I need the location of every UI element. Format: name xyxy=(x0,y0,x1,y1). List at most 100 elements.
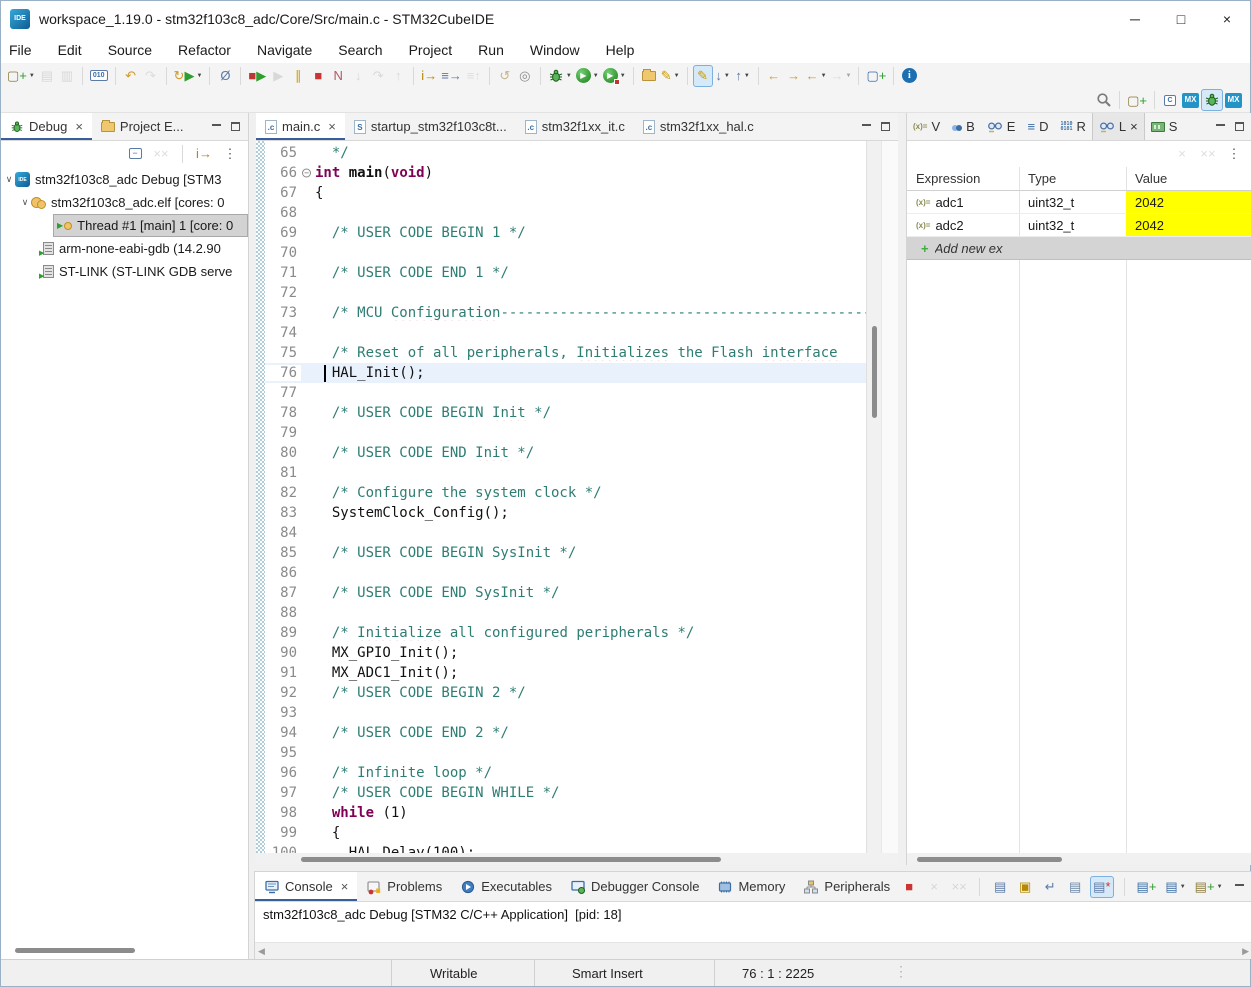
code-line[interactable]: 83 SystemClock_Config(); xyxy=(265,503,866,523)
save-button[interactable]: ▤ xyxy=(37,65,57,87)
dropdown-arrow-icon[interactable]: ▼ xyxy=(674,73,680,79)
pin-editor-button[interactable]: ▢+ xyxy=(864,65,888,87)
code-line[interactable]: 97 /* USER CODE BEGIN WHILE */ xyxy=(265,783,866,803)
code-line[interactable]: 66−int main(void) xyxy=(265,163,866,183)
tree-item-stlink[interactable]: ST-LINK (ST-LINK GDB serve xyxy=(1,260,248,283)
code-line[interactable]: 88 xyxy=(265,603,866,623)
tab-startup[interactable]: Sstartup_stm32f103c8t... xyxy=(345,113,516,140)
tab-debugger-console[interactable]: Debugger Console xyxy=(561,872,708,901)
code-line[interactable]: 65 */ xyxy=(265,143,866,163)
forward-button[interactable]: →▼ xyxy=(829,65,854,87)
next-edit-location-button[interactable]: → xyxy=(784,65,804,87)
word-wrap-button[interactable]: ↵ xyxy=(1040,876,1060,898)
debug-perspective-button[interactable] xyxy=(1201,89,1223,111)
tab-breakpoints[interactable]: B xyxy=(946,113,981,140)
dropdown-arrow-icon[interactable]: ▼ xyxy=(846,73,852,79)
scroll-lock-button[interactable]: ▣ xyxy=(1015,876,1035,898)
code-line[interactable]: 79 xyxy=(265,423,866,443)
expressions-horizontal-scrollbar[interactable] xyxy=(907,853,1251,865)
column-divider[interactable] xyxy=(1126,167,1127,853)
maximize-button[interactable] xyxy=(231,122,240,131)
code-line[interactable]: 98 while (1) xyxy=(265,803,866,823)
tree-item-gdb[interactable]: arm-none-eabi-gdb (14.2.90 xyxy=(1,237,248,260)
dropdown-arrow-icon[interactable]: ▼ xyxy=(724,73,730,79)
fold-collapse-icon[interactable]: − xyxy=(302,169,311,178)
minimize-button[interactable]: ─ xyxy=(1112,1,1158,36)
code-line[interactable]: 84 xyxy=(265,523,866,543)
instruction-stepping-button[interactable]: i→ xyxy=(419,65,439,87)
external-tools-button[interactable]: ▶▼ xyxy=(601,65,628,87)
tab-project-explorer[interactable]: Project E... xyxy=(92,113,193,140)
tab-executables[interactable]: Executables xyxy=(451,872,561,901)
minimize-button[interactable] xyxy=(1216,123,1225,126)
menu-project[interactable]: Project xyxy=(403,39,465,61)
previous-annotation-button[interactable]: ↑▼ xyxy=(733,65,753,87)
tab-hal-c[interactable]: .cstm32f1xx_hal.c xyxy=(634,113,763,140)
column-header-expression[interactable]: Expression xyxy=(907,167,1019,190)
code-line[interactable]: 86 xyxy=(265,563,866,583)
pin-console-button[interactable]: ▤+ xyxy=(1135,876,1159,898)
step-over-button[interactable]: ↷ xyxy=(368,65,388,87)
scrollbar-thumb[interactable] xyxy=(301,857,721,862)
scroll-right-arrow[interactable]: ▶ xyxy=(1242,946,1249,957)
collapse-all-button[interactable]: − xyxy=(125,143,145,165)
view-menu-button[interactable]: ⋮ xyxy=(1224,143,1244,165)
tab-problems[interactable]: Problems xyxy=(357,872,451,901)
add-expression-row[interactable]: +Add new ex xyxy=(907,237,1251,260)
statusbar-grip[interactable]: ⋮ xyxy=(894,963,908,980)
remove-all-terminated-button[interactable]: ×× xyxy=(151,143,171,165)
code-line[interactable]: 67{ xyxy=(265,183,866,203)
info-button[interactable]: i xyxy=(899,65,919,87)
close-icon[interactable]: × xyxy=(328,119,336,134)
remove-all-expressions-button[interactable]: ×× xyxy=(1198,143,1218,165)
menu-run[interactable]: Run xyxy=(472,39,516,61)
dropdown-arrow-icon[interactable]: ▼ xyxy=(620,73,626,79)
code-line[interactable]: 77 xyxy=(265,383,866,403)
console-horizontal-scrollbar[interactable]: ◀ ▶ xyxy=(255,942,1251,959)
menu-source[interactable]: Source xyxy=(102,39,164,61)
tab-registers[interactable]: 10100101R xyxy=(1054,113,1091,140)
menu-edit[interactable]: Edit xyxy=(52,39,94,61)
tab-it-c[interactable]: .cstm32f1xx_it.c xyxy=(516,113,634,140)
debug-horizontal-scrollbar[interactable] xyxy=(15,948,135,953)
tab-console[interactable]: Console× xyxy=(255,872,357,901)
mx-perspective-button[interactable]: MX xyxy=(1180,89,1201,111)
code-line[interactable]: 91 MX_ADC1_Init(); xyxy=(265,663,866,683)
dropdown-arrow-icon[interactable]: ▼ xyxy=(29,73,35,79)
show-console-stderr-button[interactable]: ▤* xyxy=(1090,876,1113,898)
dropdown-arrow-icon[interactable]: ▼ xyxy=(566,73,572,79)
display-selected-console-button[interactable]: ▤▼ xyxy=(1163,876,1187,898)
dropdown-arrow-icon[interactable]: ▼ xyxy=(744,73,750,79)
search-icon[interactable] xyxy=(1094,89,1114,111)
dropdown-arrow-icon[interactable]: ▼ xyxy=(196,73,202,79)
expression-row[interactable]: (x)=adc1uint32_t2042 xyxy=(907,191,1251,214)
terminate-button[interactable]: ■ xyxy=(899,876,919,898)
column-divider[interactable] xyxy=(1019,167,1020,853)
code-line[interactable]: 96 /* Infinite loop */ xyxy=(265,763,866,783)
code-line[interactable]: 75 /* Reset of all peripherals, Initiali… xyxy=(265,343,866,363)
undo-button[interactable]: ↶ xyxy=(121,65,141,87)
maximize-button[interactable] xyxy=(881,122,890,131)
code-line[interactable]: 76 HAL_Init(); xyxy=(265,363,866,383)
scrollbar-thumb[interactable] xyxy=(917,857,1062,862)
code-line[interactable]: 80 /* USER CODE END Init */ xyxy=(265,443,866,463)
code-line[interactable]: 68 xyxy=(265,203,866,223)
code-line[interactable]: 85 /* USER CODE BEGIN SysInit */ xyxy=(265,543,866,563)
tab-main-c[interactable]: .cmain.c× xyxy=(256,113,345,140)
remove-launch-button[interactable]: × xyxy=(924,876,944,898)
code-line[interactable]: 93 xyxy=(265,703,866,723)
show-console-stdout-button[interactable]: ▤ xyxy=(1065,876,1085,898)
code-line[interactable]: 73 /* MCU Configuration-----------------… xyxy=(265,303,866,323)
column-header-value[interactable]: Value xyxy=(1126,167,1251,190)
new-wizard-button[interactable]: ▢+▼ xyxy=(5,65,37,87)
minimize-button[interactable] xyxy=(1230,876,1250,898)
open-console-button[interactable]: ▤+▼ xyxy=(1193,876,1225,898)
code-line[interactable]: 72 xyxy=(265,283,866,303)
open-folder-button[interactable] xyxy=(639,65,659,87)
step-return-button[interactable]: ↑ xyxy=(388,65,408,87)
menu-search[interactable]: Search xyxy=(332,39,394,61)
redo-button[interactable]: ↷ xyxy=(141,65,161,87)
minimize-button[interactable] xyxy=(862,123,871,126)
chevron-down-icon[interactable]: ∨ xyxy=(19,197,31,208)
editor-vertical-scrollbar[interactable] xyxy=(866,141,881,853)
